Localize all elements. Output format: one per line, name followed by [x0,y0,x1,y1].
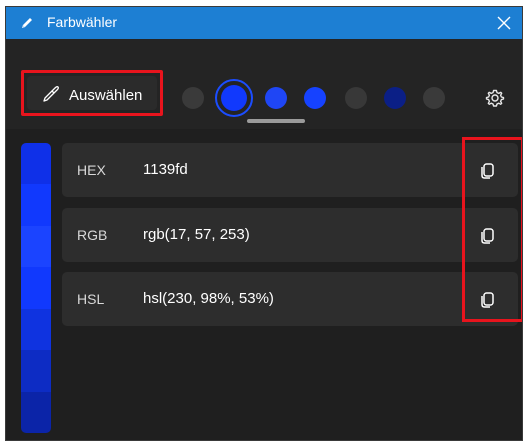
shade-7[interactable] [21,391,51,433]
format-row-hex: HEX 1139fd [62,143,518,197]
drag-handle[interactable] [247,119,305,123]
format-value: rgb(17, 57, 253) [143,226,250,243]
format-label: RGB [77,227,108,243]
close-button[interactable] [486,7,522,39]
pencil-icon [22,18,32,28]
gear-icon [485,89,505,107]
copy-icon [481,163,494,179]
title-bar: Farbwähler [6,7,522,39]
shade-1[interactable] [21,143,51,185]
swatch-2[interactable] [265,87,287,109]
copy-icon [481,292,494,308]
copy-icon [481,228,494,244]
pick-color-button[interactable]: Auswählen [21,70,163,116]
swatch-5[interactable] [384,87,406,109]
copy-button-hex[interactable] [474,156,502,184]
format-label: HSL [77,291,105,307]
swatch-6[interactable] [423,87,445,109]
format-row-rgb: RGB rgb(17, 57, 253) [62,208,518,262]
content-area: HEX 1139fd RGB rgb(17, 57, 253) HSL hsl( [6,129,522,440]
pick-button-label: Auswählen [69,87,143,104]
close-icon [497,16,511,30]
shade-4[interactable] [21,267,51,309]
shade-3[interactable] [21,225,51,268]
color-picker-window: Farbwähler Auswählen HEX 1139fd RGB rgb(… [5,6,523,441]
settings-button[interactable] [482,85,508,111]
window-title: Farbwähler [47,14,118,30]
swatch-selected-fill [221,85,247,111]
format-value: hsl(230, 98%, 53%) [143,290,274,307]
eyedropper-icon [43,86,59,102]
shade-2[interactable] [21,184,51,226]
color-shades-bar[interactable] [21,143,51,433]
swatch-1[interactable] [182,87,204,109]
toolbar: Auswählen [6,39,522,129]
swatch-3[interactable] [304,87,326,109]
shade-5[interactable] [21,308,51,351]
shade-6[interactable] [21,350,51,392]
format-label: HEX [77,162,106,178]
swatch-4[interactable] [345,87,367,109]
pick-button-surface: Auswählen [27,76,157,110]
copy-button-rgb[interactable] [474,221,502,249]
format-row-hsl: HSL hsl(230, 98%, 53%) [62,272,518,326]
format-value: 1139fd [143,161,188,178]
copy-button-hsl[interactable] [474,285,502,313]
